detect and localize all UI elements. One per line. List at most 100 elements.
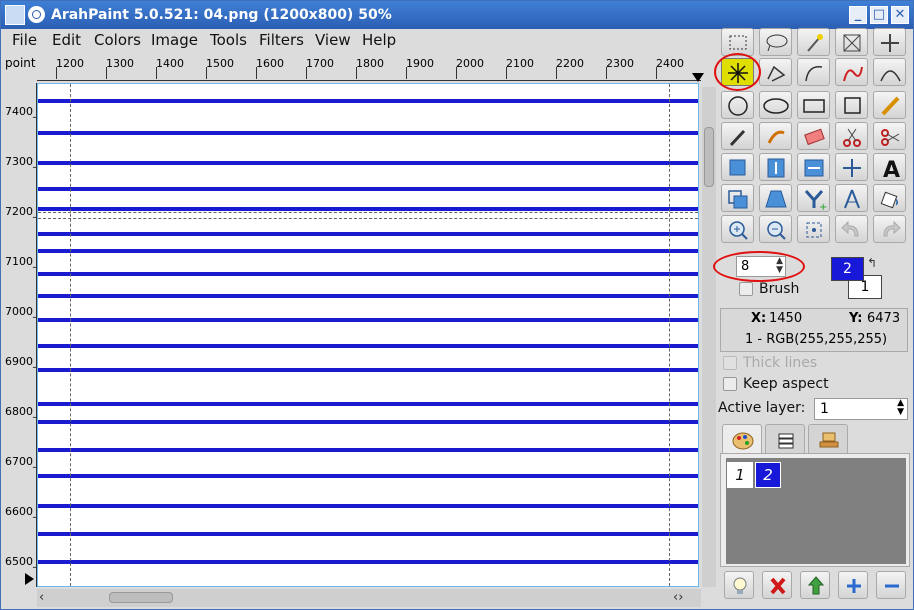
fill-tool[interactable] — [873, 184, 906, 212]
guide-vertical[interactable] — [70, 84, 71, 586]
guide-horizontal[interactable] — [38, 218, 698, 219]
guide-horizontal[interactable] — [38, 212, 698, 213]
ellipse-tool[interactable] — [759, 91, 792, 119]
scissors-tool[interactable] — [835, 122, 868, 150]
circle-tool[interactable] — [721, 91, 754, 119]
compass-icon — [844, 189, 860, 209]
vertical-scroll-thumb[interactable] — [704, 127, 714, 187]
rotate-tool[interactable] — [721, 153, 754, 181]
layer-thumb-2[interactable]: 2 — [755, 462, 781, 488]
perspective-tool[interactable] — [759, 184, 792, 212]
menu-view[interactable]: View — [315, 31, 351, 49]
close-button[interactable]: ✕ — [891, 6, 909, 24]
undo-button[interactable] — [835, 215, 868, 243]
eraser-tool[interactable] — [797, 122, 830, 150]
minus-icon — [885, 584, 899, 588]
ruler-h-tickline — [106, 67, 107, 79]
menu-help[interactable]: Help — [362, 31, 396, 49]
move-tool[interactable] — [873, 28, 906, 56]
menu-filters[interactable]: Filters — [259, 31, 304, 49]
tab-palette[interactable] — [722, 424, 762, 454]
redo-button[interactable] — [873, 215, 906, 243]
ruler-h-tick: 2000 — [456, 57, 484, 70]
color-picker-tool[interactable] — [721, 122, 754, 150]
layer-thumb-1[interactable]: 1 — [727, 462, 753, 488]
scroll-right-icon[interactable]: ‹› — [673, 590, 683, 605]
distribute-tool[interactable] — [835, 153, 868, 181]
merge-layer-button[interactable] — [800, 571, 830, 599]
tab-stamp[interactable] — [808, 424, 848, 454]
spin-arrows-icon[interactable]: ▲ ▼ — [776, 257, 783, 275]
layer-spin-arrows-icon[interactable]: ▲ ▼ — [897, 399, 904, 417]
menu-image[interactable]: Image — [151, 31, 198, 49]
polyline-tool[interactable] — [759, 58, 792, 86]
layer-visibility-button[interactable] — [724, 571, 754, 599]
zoom-fit-button[interactable] — [797, 215, 830, 243]
ruler-h-tickline — [506, 67, 507, 79]
brush-size-value: 8 — [741, 259, 750, 274]
magic-wand-tool[interactable] — [797, 28, 830, 56]
compass-tool[interactable] — [835, 184, 868, 212]
bezier-icon — [880, 70, 901, 82]
crop-tool[interactable] — [835, 28, 868, 56]
distribute-icon — [843, 159, 861, 177]
layer-list: 1 2 — [726, 458, 906, 564]
ruler-h-tick: 2400 — [656, 57, 684, 70]
horizontal-scrollbar[interactable]: ‹ ‹› — [37, 589, 701, 607]
text-tool[interactable]: A — [873, 153, 906, 182]
bezier-tool[interactable] — [873, 58, 906, 86]
ruler-h-baseline — [37, 80, 701, 81]
rectangle-tool[interactable] — [797, 91, 830, 119]
app-logo-icon[interactable] — [5, 5, 25, 25]
pixel-color-readout: 1 - RGB(255,255,255) — [745, 332, 888, 347]
ruler-unit-label[interactable]: point — [5, 56, 36, 70]
brush-size-spinbox[interactable]: 8 ▲ ▼ — [736, 256, 786, 277]
maximize-button[interactable]: □ — [870, 6, 888, 24]
foreground-color-swatch[interactable]: 2 — [831, 257, 864, 281]
vertical-ruler[interactable]: 7400_ 7300_ 7200_ 7100_ 7000_ 6900_ 6800… — [1, 83, 39, 587]
ruler-v-tick: 7400_ — [5, 105, 39, 118]
window-menu-icon[interactable] — [28, 6, 45, 23]
zoom-in-button[interactable] — [721, 215, 754, 243]
horizontal-scroll-thumb[interactable] — [109, 592, 173, 603]
swap-colors-icon[interactable]: ↰ — [867, 256, 877, 270]
zoom-in-icon — [729, 221, 748, 240]
arc-tool[interactable] — [797, 58, 830, 86]
merge-tool[interactable]: + — [797, 184, 830, 213]
curve-tool[interactable] — [835, 58, 868, 86]
flip-vertical-tool[interactable] — [759, 153, 792, 181]
scroll-left-icon[interactable]: ‹ — [39, 590, 44, 605]
flip-horizontal-tool[interactable] — [797, 153, 830, 181]
ruler-v-tick: 7100_ — [5, 255, 39, 268]
menu-tools[interactable]: Tools — [210, 31, 247, 49]
remove-layer-button[interactable] — [876, 571, 906, 599]
keep-aspect-checkbox[interactable] — [723, 377, 737, 391]
thick-lines-checkbox[interactable] — [723, 356, 737, 370]
lasso-icon — [766, 34, 788, 52]
menu-edit[interactable]: Edit — [52, 31, 81, 49]
ruler-v-tick: 7000_ — [5, 305, 39, 318]
lasso-tool[interactable] — [759, 28, 792, 56]
horizontal-ruler[interactable]: point 1200 1300 1400 1500 1600 1700 1800… — [1, 53, 713, 83]
ruler-v-tick: 6500_ — [5, 555, 39, 568]
move-icon — [881, 34, 899, 52]
smudge-tool[interactable] — [759, 122, 792, 150]
active-layer-spinbox[interactable]: 1 ▲ ▼ — [814, 398, 908, 420]
menu-colors[interactable]: Colors — [94, 31, 141, 49]
brush-checkbox[interactable] — [739, 282, 753, 296]
vertical-scrollbar[interactable] — [702, 87, 716, 587]
zoom-out-button[interactable] — [759, 215, 792, 243]
cut-tool[interactable] — [873, 122, 906, 150]
guide-vertical[interactable] — [669, 84, 670, 586]
square-tool[interactable] — [835, 91, 868, 119]
rect-select-tool[interactable] — [721, 28, 754, 56]
pencil-tool[interactable] — [873, 91, 906, 119]
add-layer-button[interactable] — [838, 571, 868, 599]
delete-layer-button[interactable] — [762, 571, 792, 599]
minimize-button[interactable]: _ — [849, 6, 867, 24]
drawing-canvas[interactable] — [37, 83, 699, 587]
circle-icon — [728, 96, 748, 116]
resize-tool[interactable] — [721, 184, 754, 212]
menu-file[interactable]: File — [12, 31, 37, 49]
tab-layers[interactable] — [765, 424, 805, 454]
